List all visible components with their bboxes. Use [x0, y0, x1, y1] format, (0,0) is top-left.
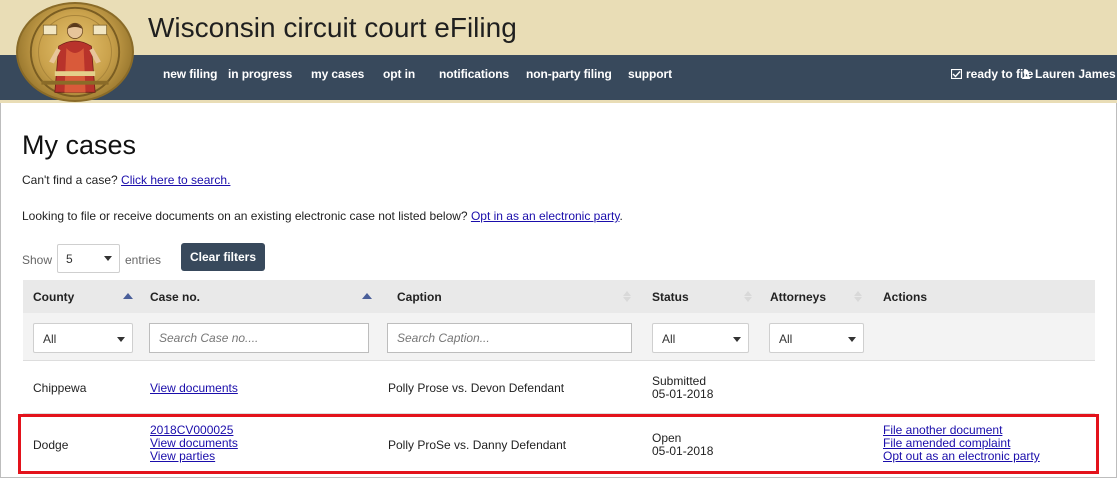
- caption-search-input[interactable]: [387, 323, 632, 353]
- table-header: County Case no. Caption Status Attorneys…: [23, 280, 1095, 313]
- sort-icon[interactable]: [623, 291, 631, 302]
- user-menu[interactable]: Lauren James: [1021, 67, 1117, 81]
- county-cell: Chippewa: [33, 381, 87, 395]
- col-case-no[interactable]: Case no.: [150, 290, 200, 304]
- nav-non-party-filing[interactable]: non-party filing: [526, 67, 612, 81]
- entries-label: entries: [125, 253, 162, 267]
- entries-per-page-select[interactable]: 5: [57, 244, 120, 273]
- status-cell: Open 05-01-2018: [652, 432, 713, 458]
- status-date: 05-01-2018: [652, 444, 714, 458]
- col-county[interactable]: County: [33, 290, 74, 304]
- sort-icon[interactable]: [854, 291, 862, 302]
- caption-cell: Polly Prose vs. Devon Defendant: [388, 381, 565, 395]
- search-link[interactable]: Click here to search.: [121, 173, 230, 187]
- case-no-search-input[interactable]: [149, 323, 369, 353]
- county-cell: Dodge: [33, 438, 69, 452]
- nav-support[interactable]: support: [628, 67, 672, 81]
- chevron-down-icon: [117, 337, 125, 342]
- nav-new-filing[interactable]: new filing: [163, 67, 217, 81]
- col-caption[interactable]: Caption: [397, 290, 442, 304]
- sort-asc-icon[interactable]: [362, 293, 372, 299]
- search-prompt: Can't find a case?: [22, 173, 118, 187]
- chevron-down-icon: [848, 337, 856, 342]
- court-seal-logo[interactable]: [16, 2, 134, 102]
- county-filter-select[interactable]: All: [33, 323, 133, 353]
- optin-prompt: Looking to file or receive documents on …: [22, 209, 468, 223]
- entries-value: 5: [66, 252, 73, 266]
- page-title: My cases: [22, 130, 137, 160]
- nav-my-cases[interactable]: my cases: [311, 67, 364, 81]
- checkbox-icon: [951, 69, 962, 79]
- nav-notifications[interactable]: notifications: [439, 67, 509, 81]
- user-name: Lauren James: [1035, 67, 1116, 81]
- col-attorneys[interactable]: Attorneys: [770, 290, 826, 304]
- caption-cell: Polly ProSe vs. Danny Defendant: [388, 438, 567, 452]
- case-links-cell: 2018CV000025 View documents View parties: [150, 424, 238, 463]
- show-label: Show: [22, 253, 53, 267]
- seal-image: [29, 6, 121, 98]
- view-parties-link[interactable]: View parties: [150, 450, 238, 463]
- nav-in-progress[interactable]: in progress: [228, 67, 292, 81]
- sort-asc-icon[interactable]: [123, 293, 133, 299]
- opt-out-electronic-party-link[interactable]: Opt out as an electronic party: [883, 450, 1040, 463]
- view-documents-link[interactable]: View documents: [150, 382, 238, 395]
- status-filter-select[interactable]: All: [652, 323, 749, 353]
- site-title: Wisconsin circuit court eFiling: [148, 12, 517, 43]
- search-hint: Can't find a case? Click here to search.: [22, 173, 230, 187]
- chevron-down-icon: [733, 337, 741, 342]
- chevron-down-icon: [104, 256, 112, 261]
- table-row: Chippewa View documents Polly Prose vs. …: [23, 362, 1095, 414]
- optin-link[interactable]: Opt in as an electronic party: [471, 209, 620, 223]
- attorneys-filter-value: All: [779, 332, 793, 346]
- status-filter-value: All: [662, 332, 676, 346]
- col-status[interactable]: Status: [652, 290, 689, 304]
- nav-opt-in[interactable]: opt in: [383, 67, 415, 81]
- county-filter-value: All: [43, 332, 57, 346]
- table-row: Dodge 2018CV000025 View documents View p…: [23, 415, 1095, 473]
- attorneys-filter-select[interactable]: All: [769, 323, 864, 353]
- optin-hint: Looking to file or receive documents on …: [22, 209, 623, 223]
- clear-filters-button[interactable]: Clear filters: [181, 243, 265, 271]
- status-date: 05-01-2018: [652, 387, 714, 401]
- sort-icon[interactable]: [744, 291, 752, 302]
- header-bottom-strip: [0, 100, 1117, 103]
- actions-cell: File another document File amended compl…: [883, 424, 1040, 463]
- optin-suffix: .: [619, 209, 623, 223]
- filter-row: All All All: [23, 313, 1095, 361]
- case-links-cell: View documents: [150, 382, 238, 395]
- user-icon: [1021, 69, 1031, 79]
- col-actions: Actions: [883, 290, 928, 304]
- status-cell: Submitted 05-01-2018: [652, 375, 713, 401]
